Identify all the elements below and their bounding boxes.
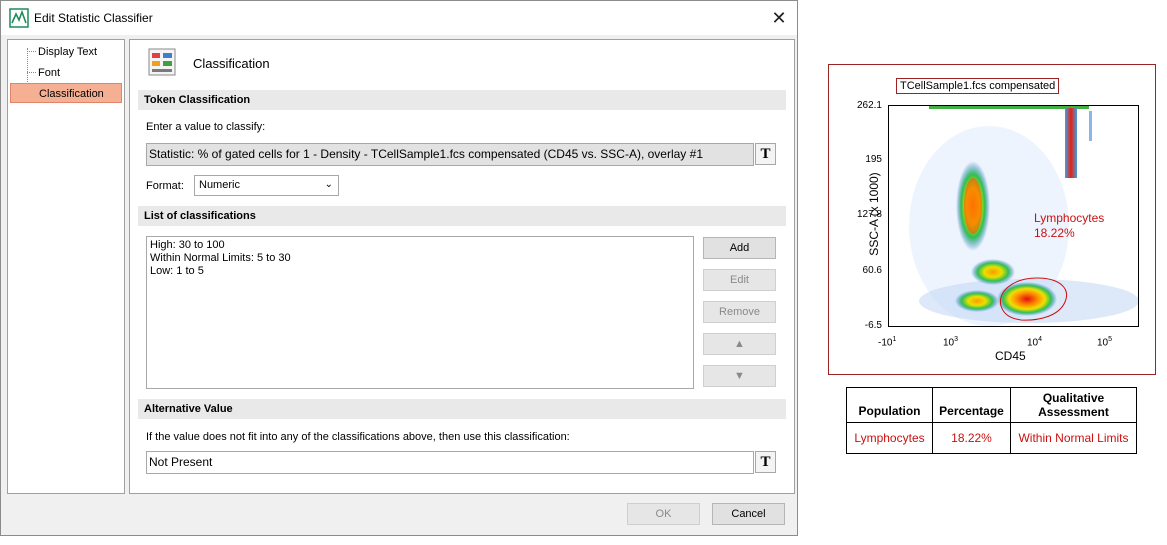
alternative-value-header: Alternative Value — [138, 399, 786, 419]
dialog-title: Edit Statistic Classifier — [34, 11, 153, 25]
nav-item-font[interactable]: Font — [10, 63, 122, 83]
alternative-insert-button[interactable]: T — [755, 451, 776, 473]
cell-assessment: Within Normal Limits — [1010, 422, 1137, 454]
list-item[interactable]: High: 30 to 100 — [150, 239, 690, 252]
move-down-button[interactable]: ▼ — [703, 365, 776, 387]
token-value-field[interactable]: Statistic: % of gated cells for 1 - Dens… — [146, 143, 754, 166]
chevron-down-icon: ⌄ — [324, 179, 333, 190]
list-of-classifications-header: List of classifications — [138, 206, 786, 226]
table-row: Lymphocytes 18.22% Within Normal Limits — [846, 422, 1137, 454]
format-label: Format: — [146, 180, 184, 192]
edit-button[interactable]: Edit — [703, 269, 776, 291]
x-tick-label: 105 — [1097, 336, 1113, 349]
plot-title: TCellSample1.fcs compensated — [896, 78, 1060, 94]
move-up-button[interactable]: ▲ — [703, 333, 776, 355]
content-panel: Classification Token Classification Ente… — [129, 39, 795, 494]
gate-percentage: 18.22% — [1034, 226, 1075, 240]
format-select-value: Numeric — [199, 179, 240, 191]
token-insert-button[interactable]: T — [755, 143, 776, 165]
x-tick-label: 103 — [943, 336, 959, 349]
header-qualitative: Qualitative Assessment — [1010, 387, 1137, 423]
header-percentage: Percentage — [932, 387, 1011, 423]
x-axis-label: CD45 — [995, 349, 1026, 363]
gate-name: Lymphocytes — [1034, 211, 1105, 225]
table-header-row: Population Percentage Qualitative Assess… — [846, 387, 1137, 423]
add-button[interactable]: Add — [703, 237, 776, 259]
statistics-table: Population Percentage Qualitative Assess… — [846, 387, 1137, 454]
header-population: Population — [846, 387, 933, 423]
page-title: Classification — [193, 56, 270, 71]
list-item[interactable]: Low: 1 to 5 — [150, 265, 690, 278]
title-bar: Edit Statistic Classifier ✕ — [1, 1, 797, 35]
x-tick-label: 104 — [1027, 336, 1043, 349]
ok-button[interactable]: OK — [627, 503, 700, 525]
close-icon[interactable]: ✕ — [765, 5, 793, 31]
nav-tree: Display Text Font Classification — [7, 39, 125, 494]
nav-item-classification[interactable]: Classification — [10, 83, 122, 103]
gate-label: Lymphocytes 18.22% — [1034, 211, 1104, 241]
alternative-description: If the value does not fit into any of th… — [146, 431, 570, 443]
nav-item-display-text[interactable]: Display Text — [10, 42, 122, 62]
cell-population: Lymphocytes — [846, 422, 933, 454]
x-tick-label: -101 — [878, 336, 897, 349]
cell-percentage: 18.22% — [932, 422, 1011, 454]
classify-prompt: Enter a value to classify: — [146, 121, 266, 133]
alternative-value-field[interactable]: Not Present — [146, 451, 754, 474]
edit-statistic-classifier-dialog: Edit Statistic Classifier ✕ Display Text… — [0, 0, 798, 536]
y-axis-label: SSC-A (x 1000) — [867, 172, 881, 256]
format-select[interactable]: Numeric ⌄ — [194, 175, 339, 196]
app-icon — [9, 8, 29, 28]
density-plot: TCellSample1.fcs compensated 262.1 195 1… — [828, 64, 1156, 375]
list-item[interactable]: Within Normal Limits: 5 to 30 — [150, 252, 690, 265]
y-tick-label: -6.5 — [864, 320, 882, 331]
cancel-button[interactable]: Cancel — [712, 503, 785, 525]
remove-button[interactable]: Remove — [703, 301, 776, 323]
token-classification-header: Token Classification — [138, 90, 786, 110]
classification-icon — [148, 48, 176, 76]
y-tick-label: 262.1 — [856, 100, 882, 111]
classifications-listbox[interactable]: High: 30 to 100 Within Normal Limits: 5 … — [146, 236, 694, 389]
